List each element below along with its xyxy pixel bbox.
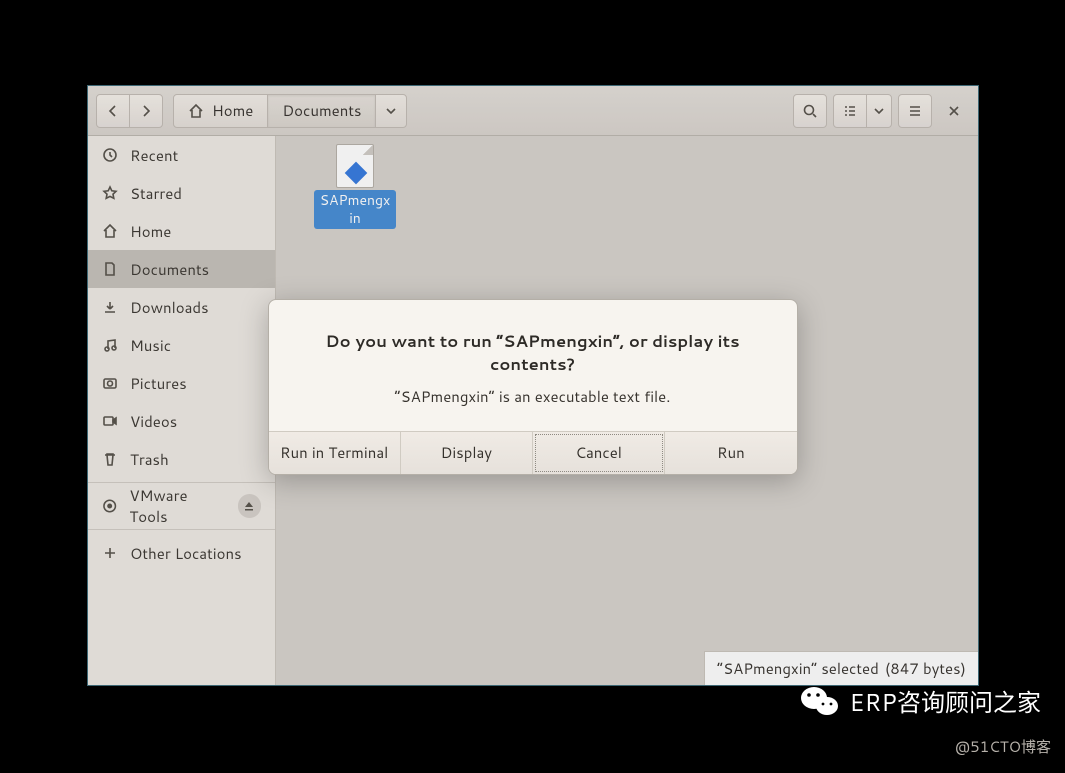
wechat-icon: [799, 684, 839, 718]
watermark-sub: @51CTO博客: [955, 736, 1051, 757]
watermark: ERP咨询顾问之家: [799, 683, 1041, 719]
run-button[interactable]: Run: [665, 432, 796, 474]
run-in-terminal-button[interactable]: Run in Terminal: [269, 432, 401, 474]
dialog-message: “SAPmengxin” is an executable text file.: [293, 386, 773, 407]
cancel-button[interactable]: Cancel: [533, 432, 665, 474]
run-or-display-dialog: Do you want to run “SAPmengxin”, or disp…: [268, 299, 798, 475]
watermark-brand: ERP咨询顾问之家: [849, 683, 1041, 719]
dialog-title: Do you want to run “SAPmengxin”, or disp…: [293, 330, 773, 376]
display-button[interactable]: Display: [401, 432, 533, 474]
